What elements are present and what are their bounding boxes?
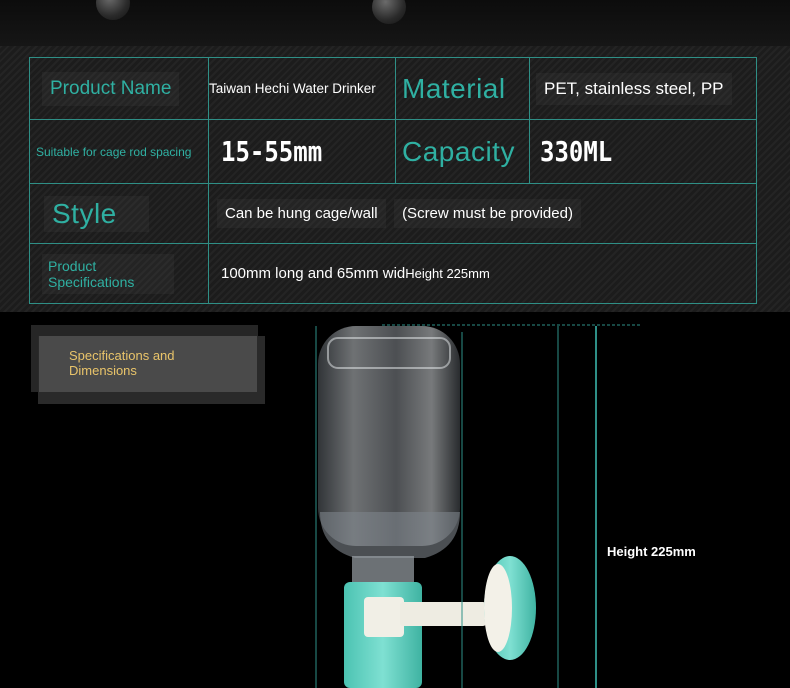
- spec-label: Product Specifications: [42, 254, 174, 294]
- spec-value-cell: 100mm long and 65mm widHeight 225mm: [208, 243, 757, 304]
- product-name-label-cell: Product Name: [29, 57, 209, 120]
- height-label: Height 225mm: [607, 544, 696, 559]
- capacity-value-cell: 330ML: [529, 119, 757, 184]
- capacity-label-cell: Capacity: [395, 119, 530, 184]
- water-drinker-illustration: [315, 324, 642, 688]
- style-value-screw: (Screw must be provided): [394, 199, 581, 228]
- style-label: Style: [44, 196, 149, 232]
- cage-spacing-label-cell: Suitable for cage rod spacing: [29, 119, 209, 184]
- material-value: PET, stainless steel, PP: [536, 73, 732, 105]
- style-label-cell: Style: [29, 183, 209, 244]
- metal-nozzle-image: [372, 0, 406, 24]
- spec-label-cell: Product Specifications: [29, 243, 209, 304]
- material-value-cell: PET, stainless steel, PP: [529, 57, 757, 120]
- style-value-hang: Can be hung cage/wall: [217, 199, 386, 228]
- material-label: Material: [402, 72, 506, 104]
- spec-value-height: Height 225mm: [405, 265, 490, 281]
- style-value-cell: Can be hung cage/wall (Screw must be pro…: [208, 183, 757, 244]
- bottle: [318, 326, 460, 586]
- dimensions-section: Specifications and Dimensions Height 225…: [0, 312, 790, 688]
- table-row: Product Name Taiwan Hechi Water Drinker …: [29, 57, 757, 120]
- capacity-value: 330ML: [540, 135, 613, 168]
- material-label-cell: Material: [395, 57, 530, 120]
- capacity-label: Capacity: [402, 135, 515, 167]
- product-name-value: Taiwan Hechi Water Drinker: [209, 80, 376, 96]
- cage-spacing-value-cell: 15-55mm: [208, 119, 396, 184]
- table-row: Style Can be hung cage/wall (Screw must …: [29, 183, 757, 244]
- cage-spacing-value: 15-55mm: [221, 135, 323, 168]
- spec-table: Product Name Taiwan Hechi Water Drinker …: [29, 57, 757, 304]
- product-name-label: Product Name: [42, 72, 179, 106]
- top-product-image-strip: [0, 0, 790, 46]
- spec-section: Product Name Taiwan Hechi Water Drinker …: [0, 46, 790, 312]
- product-name-value-cell: Taiwan Hechi Water Drinker: [208, 57, 396, 120]
- table-row: Suitable for cage rod spacing 15-55mm Ca…: [29, 119, 757, 184]
- spec-value-size: 100mm long and 65mm wid: [221, 264, 406, 282]
- cage-spacing-label: Suitable for cage rod spacing: [36, 144, 192, 159]
- table-row: Product Specifications 100mm long and 65…: [29, 243, 757, 304]
- metal-fitting-image: [96, 0, 130, 20]
